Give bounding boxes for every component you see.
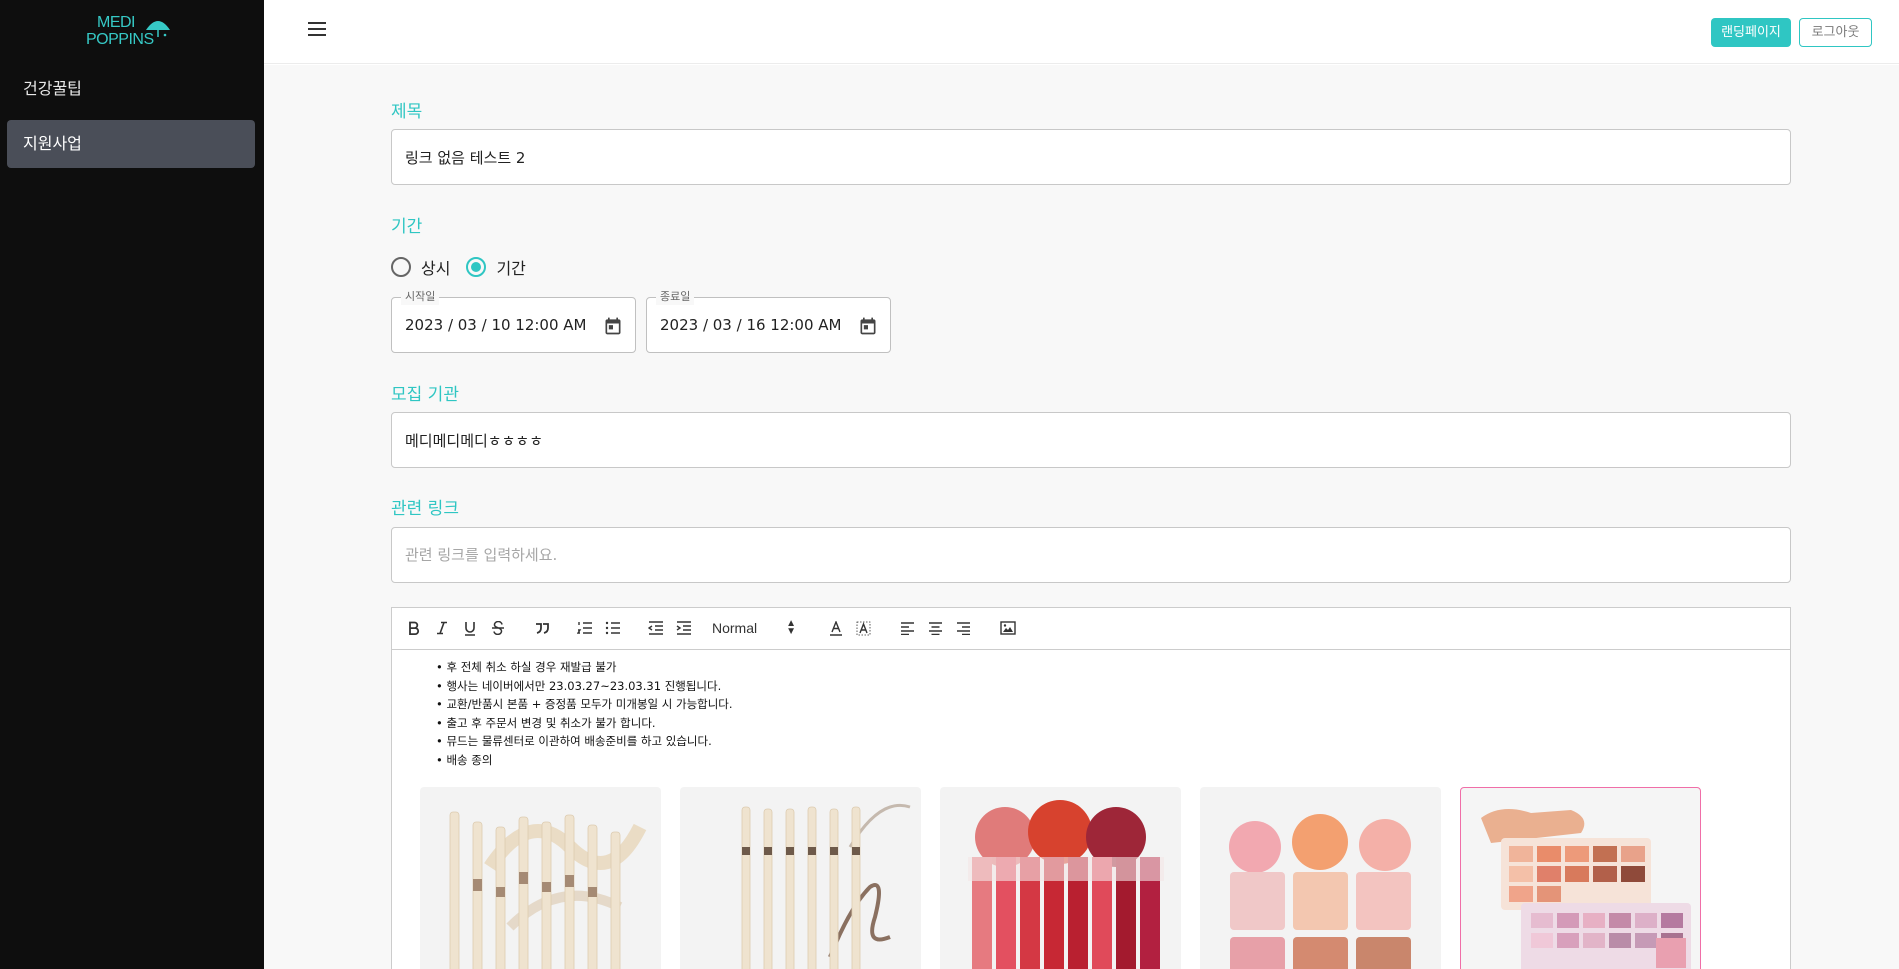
indent-icon[interactable] xyxy=(674,618,694,638)
eyeliner-pencils-image[interactable] xyxy=(420,787,661,969)
top-header: 랜딩페이지 로그아웃 xyxy=(264,0,1899,64)
end-date-legend: 종료일 xyxy=(656,289,695,305)
sidebar-item-label: 건강꿀팁 xyxy=(23,79,82,98)
rich-text-editor: Normal ▲▼ 후 전체 취소 하실 경우 재발급 불가 행사는 네이버에서… xyxy=(391,607,1791,969)
calendar-icon[interactable] xyxy=(858,316,878,336)
list-item: 배송 종의 xyxy=(436,751,1790,770)
bold-icon[interactable] xyxy=(404,618,424,638)
sidebar: MEDI POPPINS 건강꿀팁 지원사업 xyxy=(0,0,264,969)
landing-page-button[interactable]: 랜딩페이지 xyxy=(1711,18,1791,47)
align-left-icon[interactable] xyxy=(897,618,917,638)
heading-format-value: Normal xyxy=(712,620,758,636)
period-label: 기간 xyxy=(391,217,423,237)
end-date-field[interactable]: 종료일 2023 / 03 / 16 12:00 AM xyxy=(646,289,891,353)
end-date-value: 2023 / 03 / 16 12:00 AM xyxy=(660,316,842,334)
list-item: 행사는 네이버에서만 23.03.27~23.03.31 진행됩니다. xyxy=(436,677,1790,696)
heading-format-select[interactable]: Normal ▲ ▼ xyxy=(712,618,802,638)
start-date-legend: 시작일 xyxy=(401,289,440,305)
font-color-icon[interactable] xyxy=(826,618,846,638)
lip-tints-image[interactable] xyxy=(940,787,1181,969)
outdent-icon[interactable] xyxy=(646,618,666,638)
brow-pencils-image[interactable] xyxy=(680,787,921,969)
title-input[interactable] xyxy=(391,129,1791,185)
start-date-field[interactable]: 시작일 2023 / 03 / 10 12:00 AM xyxy=(391,289,636,353)
select-arrows-icon: ▲ ▼ xyxy=(786,618,796,637)
radio-period-label: 기간 xyxy=(496,259,526,278)
sidebar-item-health-tips[interactable]: 건강꿀팁 xyxy=(7,65,255,113)
list-item: 출고 후 주문서 변경 및 취소가 불가 합니다. xyxy=(436,714,1790,733)
umbrella-icon xyxy=(146,21,170,37)
ordered-list-icon[interactable] xyxy=(575,618,595,638)
list-item: 후 전체 취소 하실 경우 재발급 불가 xyxy=(436,658,1790,677)
blush-compacts-image[interactable] xyxy=(1200,787,1441,969)
editor-content[interactable]: 후 전체 취소 하실 경우 재발급 불가 행사는 네이버에서만 23.03.27… xyxy=(392,650,1790,769)
product-image-row xyxy=(420,787,1720,969)
title-label: 제목 xyxy=(391,102,423,122)
notice-list: 후 전체 취소 하실 경우 재발급 불가 행사는 네이버에서만 23.03.27… xyxy=(436,658,1790,769)
org-input[interactable] xyxy=(391,412,1791,468)
logo-line-1: MEDI xyxy=(97,14,136,31)
calendar-icon[interactable] xyxy=(603,316,623,336)
editor-toolbar: Normal ▲ ▼ xyxy=(392,608,1790,650)
bullet-list-icon[interactable] xyxy=(603,618,623,638)
org-label: 모집 기관 xyxy=(391,385,459,405)
background-color-icon[interactable] xyxy=(853,618,873,638)
radio-period[interactable] xyxy=(466,257,487,277)
radio-always-label: 상시 xyxy=(421,259,451,278)
underline-icon[interactable] xyxy=(460,618,480,638)
list-item: 교환/반품시 본품 + 증정품 모두가 미개봉일 시 가능합니다. xyxy=(436,695,1790,714)
hamburger-menu-icon[interactable] xyxy=(308,22,328,40)
period-radio-group: 상시 기간 xyxy=(391,254,542,280)
list-item: 뮤드는 물류센터로 이관하여 배송준비를 하고 있습니다. xyxy=(436,732,1790,751)
link-label: 관련 링크 xyxy=(391,499,459,519)
logout-button[interactable]: 로그아웃 xyxy=(1799,18,1872,47)
logo-line-2: POPPINS xyxy=(86,31,154,48)
blockquote-icon[interactable] xyxy=(532,618,552,638)
sidebar-item-support-programs[interactable]: 지원사업 xyxy=(7,120,255,168)
brand-logo[interactable]: MEDI POPPINS xyxy=(86,14,176,50)
sidebar-item-label: 지원사업 xyxy=(23,134,82,153)
start-date-value: 2023 / 03 / 10 12:00 AM xyxy=(405,316,587,334)
align-center-icon[interactable] xyxy=(925,618,945,638)
main-content: 제목 기간 상시 기간 시작일 2023 / 03 / 10 12:00 AM … xyxy=(264,65,1899,969)
image-icon[interactable] xyxy=(998,618,1018,638)
eyeshadow-palettes-image[interactable] xyxy=(1460,787,1701,969)
radio-always[interactable] xyxy=(391,257,411,277)
strike-icon[interactable] xyxy=(488,618,508,638)
link-input[interactable] xyxy=(391,527,1791,583)
italic-icon[interactable] xyxy=(432,618,452,638)
align-right-icon[interactable] xyxy=(953,618,973,638)
